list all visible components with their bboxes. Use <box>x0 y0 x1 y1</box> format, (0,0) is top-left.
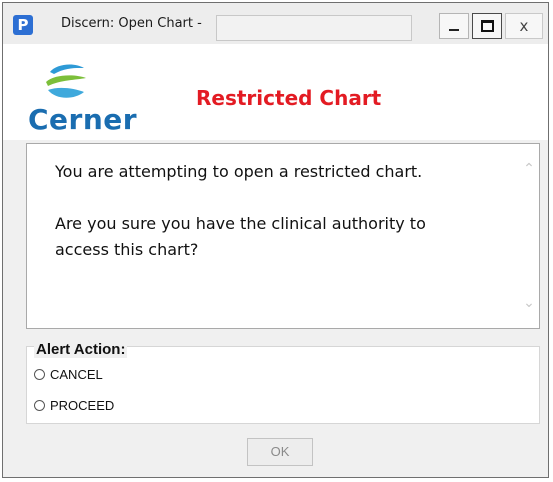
cancel-radio-option[interactable]: CANCEL <box>34 367 103 382</box>
close-icon: x <box>519 16 529 35</box>
proceed-radio[interactable] <box>34 400 45 411</box>
cerner-logo-text: Cerner <box>28 103 138 136</box>
app-p-icon: P <box>13 15 33 35</box>
restricted-chart-title: Restricted Chart <box>196 86 382 110</box>
maximize-icon <box>480 20 494 32</box>
message-line-3: access this chart? <box>55 240 199 259</box>
chevron-up-icon[interactable]: ⌃ <box>522 162 536 176</box>
minimize-button[interactable] <box>439 13 469 39</box>
alert-message-box[interactable]: You are attempting to open a restricted … <box>26 143 540 329</box>
cerner-logo-icon <box>46 64 86 98</box>
message-line-2: Are you sure you have the clinical autho… <box>55 214 426 233</box>
alert-action-label: Alert Action: <box>34 341 128 358</box>
maximize-button[interactable] <box>472 13 502 39</box>
close-button[interactable]: x <box>505 13 543 39</box>
proceed-radio-label[interactable]: PROCEED <box>50 398 114 413</box>
chevron-down-icon[interactable]: ⌄ <box>522 296 536 310</box>
message-line-1: You are attempting to open a restricted … <box>55 162 423 181</box>
cancel-radio[interactable] <box>34 369 45 380</box>
cancel-radio-label[interactable]: CANCEL <box>50 367 103 382</box>
proceed-radio-option[interactable]: PROCEED <box>34 398 114 413</box>
minimize-icon <box>449 29 459 31</box>
title-bar[interactable]: P Discern: Open Chart - x <box>3 3 548 47</box>
window-title: Discern: Open Chart - <box>61 16 202 31</box>
message-scrollbar[interactable]: ⌃ ⌄ <box>519 144 539 328</box>
ok-button[interactable]: OK <box>247 438 313 466</box>
title-redacted-field <box>216 15 412 41</box>
